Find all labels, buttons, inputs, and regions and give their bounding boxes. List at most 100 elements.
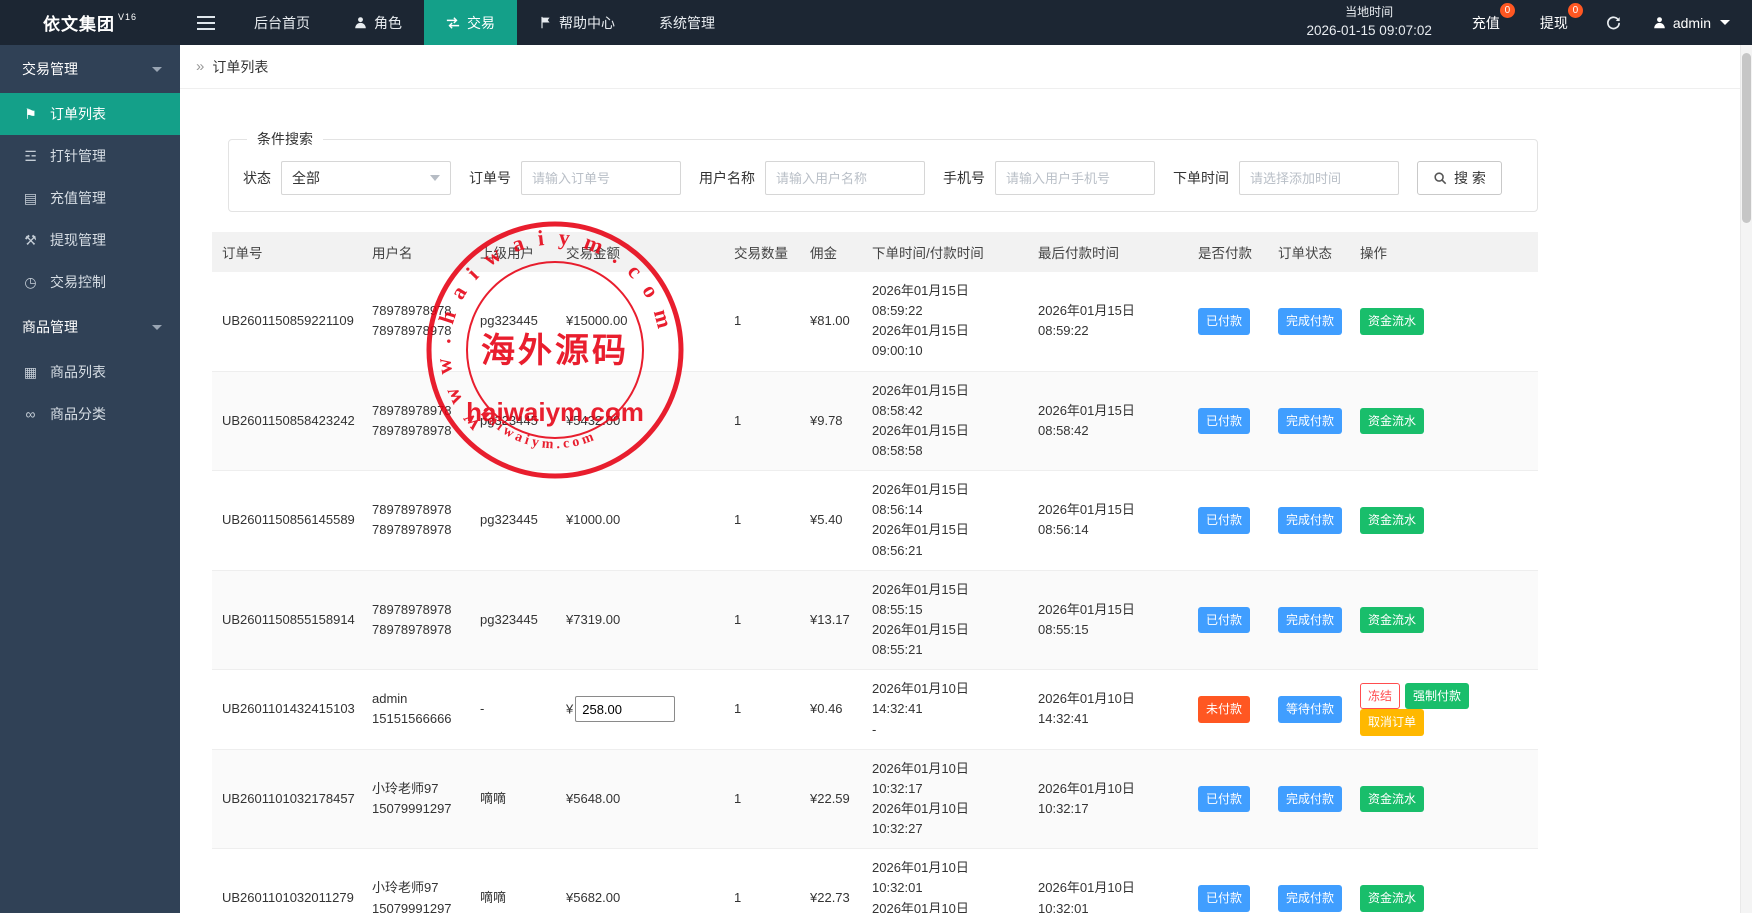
status-badge: 已付款 [1198, 308, 1250, 335]
search-button-label: 搜 索 [1454, 168, 1486, 188]
nav-item-5[interactable]: 系统管理 [637, 0, 737, 45]
freeze-button[interactable]: 冻结 [1360, 683, 1400, 710]
column-header: 操作 [1350, 232, 1538, 272]
order-time-filter: 下单时间 [1173, 161, 1399, 195]
scrollbar[interactable] [1740, 45, 1752, 913]
column-header: 最后付款时间 [1028, 232, 1188, 272]
nav-item-label: 帮助中心 [559, 13, 615, 33]
nav-item-2[interactable]: 角色 [332, 0, 424, 45]
sidebar-item-2[interactable]: ⚑订单列表 [0, 93, 180, 135]
fund-flow-button[interactable]: 资金流水 [1360, 408, 1424, 435]
user-cell: admin15151566666 [362, 670, 470, 749]
fund-flow-button[interactable]: 资金流水 [1360, 607, 1424, 634]
last-pay-time-cell: 2026年01月15日 08:58:42 [1028, 371, 1188, 471]
sidebar-item-3[interactable]: ☲ 打针管理 [0, 135, 180, 177]
menu-toggle-icon[interactable] [180, 0, 232, 45]
sidebar-item-5[interactable]: ⚒提现管理 [0, 219, 180, 261]
order-pay-time-cell: 2026年01月10日 10:32:172026年01月10日 10:32:27 [862, 749, 1028, 849]
search-icon [1433, 171, 1447, 185]
recharge-button[interactable]: 充值 0 [1452, 0, 1520, 45]
status-badge: 已付款 [1198, 507, 1250, 534]
last-pay-time-cell: 2026年01月10日 10:32:17 [1028, 749, 1188, 849]
withdraw-label: 提现 [1540, 13, 1568, 33]
caret-down-icon [1720, 20, 1730, 25]
recharge-icon: ▤ [22, 190, 39, 207]
table-row: UB2601101032178457小玲老师9715079991297嘀嘀¥56… [212, 749, 1538, 849]
username-filter: 用户名称 [699, 161, 925, 195]
column-header: 交易数量 [724, 232, 800, 272]
withdraw-button[interactable]: 提现 0 [1520, 0, 1588, 45]
sidebar-item-4[interactable]: ▤充值管理 [0, 177, 180, 219]
status-badge: 完成付款 [1278, 308, 1342, 335]
sidebar-item-label: 打针管理 [50, 146, 106, 166]
sidebar-group-1[interactable]: 交易管理 [0, 45, 180, 93]
user-cell: 小玲老师9715079991297 [362, 849, 470, 913]
status-badge: 完成付款 [1278, 885, 1342, 912]
quantity-cell: 1 [724, 471, 800, 571]
scrollbar-thumb[interactable] [1742, 53, 1751, 223]
nav-item-3[interactable]: 交易 [424, 0, 517, 45]
sidebar: 交易管理⚑订单列表 ☲ 打针管理 ▤充值管理⚒提现管理◷交易控制商品管理▦商品列表∞商… [0, 45, 180, 913]
sidebar-group-7[interactable]: 商品管理 [0, 303, 180, 351]
paid-cell: 已付款 [1188, 471, 1268, 571]
fund-flow-button[interactable]: 资金流水 [1360, 308, 1424, 335]
breadcrumb-separator: » [196, 58, 204, 75]
sidebar-item-9[interactable]: ∞商品分类 [0, 393, 180, 435]
status-badge: 已付款 [1198, 786, 1250, 813]
needle-icon: ☲ [22, 148, 39, 165]
status-select[interactable]: 全部 [281, 161, 451, 195]
user-menu[interactable]: admin [1639, 0, 1752, 45]
refresh-icon[interactable] [1588, 0, 1639, 45]
sidebar-item-8[interactable]: ▦商品列表 [0, 351, 180, 393]
quantity-cell: 1 [724, 749, 800, 849]
ops-cell: 资金流水 [1350, 371, 1538, 471]
nav-item-4[interactable]: 帮助中心 [517, 0, 637, 45]
commission-cell: ¥13.17 [800, 570, 862, 670]
table-row: UB26011508584232427897897897878978978978… [212, 371, 1538, 471]
order-time-input[interactable] [1239, 161, 1399, 195]
amount-input[interactable] [575, 696, 675, 722]
status-cell: 完成付款 [1268, 570, 1350, 670]
parent-user-cell: 嘀嘀 [470, 749, 556, 849]
topbar-right: 当地时间 2026-01-15 09:07:02 充值 0 提现 0 admin [1287, 0, 1752, 45]
force-pay-button[interactable]: 强制付款 [1405, 683, 1469, 710]
user-cell: 7897897897878978978978 [362, 272, 470, 371]
fund-flow-button[interactable]: 资金流水 [1360, 786, 1424, 813]
amount-cell: ¥1000.00 [556, 471, 724, 571]
table-row: UB26011508561455897897897897878978978978… [212, 471, 1538, 571]
chevron-down-icon [152, 67, 162, 72]
sidebar-item-label: 交易控制 [50, 272, 106, 292]
breadcrumb-current: 订单列表 [212, 57, 268, 77]
fund-flow-button[interactable]: 资金流水 [1360, 885, 1424, 912]
cancel-order-button[interactable]: 取消订单 [1360, 709, 1424, 736]
commission-cell: ¥0.46 [800, 670, 862, 749]
nav-item-label: 角色 [374, 13, 402, 33]
order-no-cell: UB2601150855158914 [212, 570, 362, 670]
column-header: 订单号 [212, 232, 362, 272]
search-button[interactable]: 搜 索 [1417, 161, 1502, 195]
nav-item-label: 交易 [467, 13, 495, 33]
amount-cell: ¥7319.00 [556, 570, 724, 670]
fund-flow-button[interactable]: 资金流水 [1360, 507, 1424, 534]
trade-icon [446, 16, 460, 30]
table-row: UB2601101432415103admin15151566666-¥1¥0.… [212, 670, 1538, 749]
order-no-input[interactable] [521, 161, 681, 195]
user-cell: 7897897897878978978978 [362, 371, 470, 471]
order-list-icon: ⚑ [22, 106, 39, 123]
search-panel: 条件搜索 状态 全部 订单号 用户名称 手机号 下单 [228, 129, 1538, 212]
nav-item-1[interactable]: 后台首页 [232, 0, 332, 45]
goods-icon: ▦ [22, 364, 39, 381]
order-pay-time-cell: 2026年01月15日 08:59:222026年01月15日 09:00:10 [862, 272, 1028, 371]
column-header: 上级用户 [470, 232, 556, 272]
category-icon: ∞ [22, 406, 39, 422]
username-input[interactable] [765, 161, 925, 195]
amount-cell: ¥15000.00 [556, 272, 724, 371]
parent-user-cell: pg323445 [470, 570, 556, 670]
order-no-cell: UB2601150856145589 [212, 471, 362, 571]
phone-input[interactable] [995, 161, 1155, 195]
order-no-cell: UB2601150858423242 [212, 371, 362, 471]
sidebar-item-6[interactable]: ◷交易控制 [0, 261, 180, 303]
status-badge: 已付款 [1198, 607, 1250, 634]
paid-cell: 已付款 [1188, 272, 1268, 371]
paid-cell: 已付款 [1188, 570, 1268, 670]
